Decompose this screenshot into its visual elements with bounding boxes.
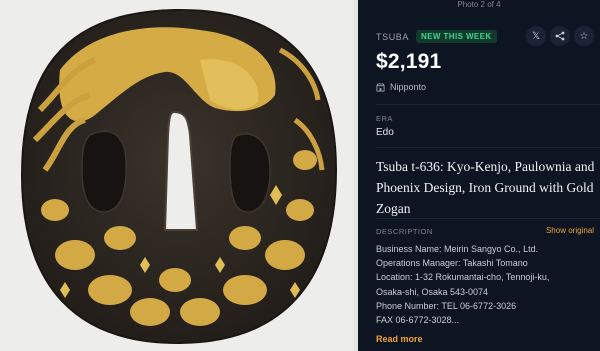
description-line: Operations Manager: Takashi Tomano	[376, 258, 528, 269]
seller-name: Nipponto	[390, 82, 427, 92]
store-icon	[376, 82, 385, 92]
description-line: Phone Number: TEL 06-6772-3026	[376, 300, 517, 311]
description-text: Business Name: Meirin Sangyo Co., Ltd. O…	[376, 242, 598, 327]
description-line: FAX 06-6772-3028...	[376, 315, 460, 326]
listing-title: Tsuba t-636: Kyo-Kenjo, Paulownia and Ph…	[376, 159, 595, 216]
star-icon: ☆	[579, 30, 589, 42]
description-line: Osaka-shi, Osaka 543-0074	[376, 286, 489, 297]
x-share-icon: 𝕏	[531, 30, 541, 42]
product-photo[interactable]	[0, 0, 358, 351]
description-label: DESCRIPTION	[376, 227, 433, 236]
description-line: Location: 1-32 Rokumantai-cho, Tennoji-k…	[376, 272, 550, 283]
tsuba-image	[20, 0, 358, 351]
category-label[interactable]: TSUBA	[376, 32, 409, 42]
new-badge: NEW THIS WEEK	[416, 30, 497, 43]
description-line: Business Name: Meirin Sangyo Co., Ltd.	[376, 244, 539, 254]
tag-row: TSUBA NEW THIS WEEK	[376, 30, 497, 43]
show-original-link[interactable]: Show original	[546, 226, 594, 235]
era-label: ERA	[376, 114, 393, 123]
read-more-link[interactable]: Read more	[376, 334, 423, 344]
price: $2,191	[376, 50, 442, 73]
action-buttons: 𝕏 ☆	[526, 26, 594, 46]
share-icon	[555, 31, 565, 41]
x-share-button[interactable]: 𝕏	[526, 26, 546, 46]
divider	[376, 218, 600, 219]
seller-link[interactable]: Nipponto	[376, 82, 426, 92]
share-button[interactable]	[550, 26, 570, 46]
divider	[376, 104, 600, 105]
photo-counter: Photo 2 of 4	[457, 0, 501, 9]
divider	[376, 147, 600, 148]
era-value: Edo	[376, 127, 394, 138]
favorite-button[interactable]: ☆	[574, 26, 594, 46]
listing-detail-panel: Photo 2 of 4 TSUBA NEW THIS WEEK 𝕏 ☆ $2,…	[358, 0, 600, 351]
